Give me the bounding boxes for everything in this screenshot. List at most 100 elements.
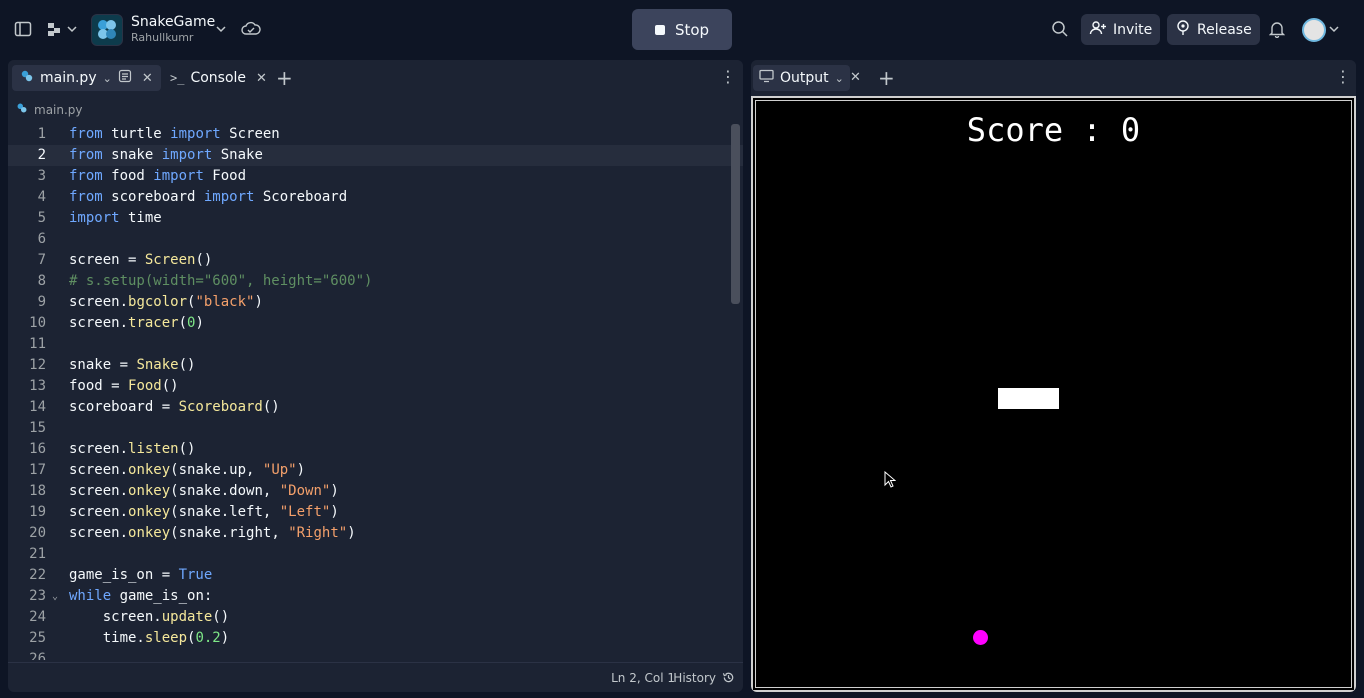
code-text[interactable]: screen.onkey(snake.left, "Left") xyxy=(69,502,339,523)
line-number: 3 xyxy=(37,168,46,184)
line-number: 1 xyxy=(37,126,46,142)
stop-button[interactable]: Stop xyxy=(632,9,732,50)
code-text[interactable]: import time xyxy=(69,208,162,229)
code-line[interactable]: 16 screen.listen() xyxy=(8,439,743,460)
code-text[interactable]: game_is_on = True xyxy=(69,565,212,586)
code-line[interactable]: 5 import time xyxy=(8,208,743,229)
code-line[interactable]: 17 screen.onkey(snake.up, "Up") xyxy=(8,460,743,481)
chevron-down-icon[interactable]: ⌄ xyxy=(103,72,112,85)
chevron-down-icon[interactable] xyxy=(215,20,227,43)
release-label: Release xyxy=(1197,21,1252,38)
repl-avatar-icon[interactable] xyxy=(91,14,123,46)
code-text[interactable]: # s.setup(width="600", height="600") xyxy=(69,271,372,292)
code-line[interactable]: 22 game_is_on = True xyxy=(8,565,743,586)
line-number: 15 xyxy=(29,420,46,436)
code-text[interactable]: screen.bgcolor("black") xyxy=(69,292,263,313)
tab-label: main.py xyxy=(40,70,97,86)
release-button[interactable]: Release xyxy=(1167,14,1260,45)
file-settings-icon[interactable] xyxy=(118,69,132,87)
line-number: 24 xyxy=(29,609,46,625)
turtle-canvas[interactable]: Score : 0 xyxy=(755,100,1352,688)
line-number: 25 xyxy=(29,630,46,646)
code-line[interactable]: 18 screen.onkey(snake.down, "Down") xyxy=(8,481,743,502)
code-text[interactable]: screen.listen() xyxy=(69,439,195,460)
code-line[interactable]: 1 from turtle import Screen xyxy=(8,124,743,145)
line-number: 18 xyxy=(29,483,46,499)
line-number: 23 xyxy=(29,588,46,604)
tab-console[interactable]: >_ Console ✕ xyxy=(162,65,275,91)
code-text[interactable]: scoreboard = Scoreboard() xyxy=(69,397,280,418)
search-icon[interactable] xyxy=(1051,20,1069,43)
code-line[interactable]: 15 xyxy=(8,418,743,439)
add-tab-icon[interactable]: + xyxy=(878,66,895,90)
more-options-icon[interactable]: ⋮ xyxy=(720,67,736,86)
more-options-icon[interactable]: ⋮ xyxy=(1335,67,1351,86)
bell-icon[interactable] xyxy=(1268,20,1286,43)
code-line[interactable]: 25 time.sleep(0.2) xyxy=(8,628,743,649)
code-line[interactable]: 21 xyxy=(8,544,743,565)
invite-button[interactable]: Invite xyxy=(1081,14,1161,45)
snake-body xyxy=(998,388,1059,409)
repl-name[interactable]: SnakeGame xyxy=(131,14,215,30)
breadcrumb-file[interactable]: main.py xyxy=(34,103,83,117)
workspace-menu-icon[interactable] xyxy=(46,20,78,43)
code-line[interactable]: 9 screen.bgcolor("black") xyxy=(8,292,743,313)
code-text[interactable]: from turtle import Screen xyxy=(69,124,280,145)
code-editor[interactable]: 1 from turtle import Screen 2 from snake im… xyxy=(8,124,743,660)
sidebar-toggle-icon[interactable] xyxy=(14,20,32,43)
user-avatar[interactable] xyxy=(1302,18,1326,42)
tab-output[interactable]: Output ⌄ xyxy=(753,65,850,91)
editor-scrollbar[interactable] xyxy=(731,124,740,304)
line-number: 2 xyxy=(37,147,46,163)
code-line[interactable]: 3 from food import Food xyxy=(8,166,743,187)
code-text[interactable]: screen.tracer(0) xyxy=(69,313,204,334)
code-line[interactable]: 13 food = Food() xyxy=(8,376,743,397)
code-line[interactable]: 7 screen = Screen() xyxy=(8,250,743,271)
fold-chevron-icon[interactable]: ⌄ xyxy=(52,586,58,607)
code-line[interactable]: 8 # s.setup(width="600", height="600") xyxy=(8,271,743,292)
avatar-chevron-down-icon[interactable] xyxy=(1328,20,1340,43)
code-text[interactable]: time.sleep(0.2) xyxy=(69,628,229,649)
code-line[interactable]: 19 screen.onkey(snake.left, "Left") xyxy=(8,502,743,523)
code-text[interactable]: screen.update() xyxy=(69,607,229,628)
close-icon[interactable]: ✕ xyxy=(142,71,153,86)
code-line[interactable]: 10 screen.tracer(0) xyxy=(8,313,743,334)
line-number: 5 xyxy=(37,210,46,226)
code-line[interactable]: 24 screen.update() xyxy=(8,607,743,628)
code-line[interactable]: 23 while game_is_on: ⌄ xyxy=(8,586,743,607)
code-line[interactable]: 2 from snake import Snake xyxy=(8,145,743,166)
code-text[interactable]: from food import Food xyxy=(69,166,246,187)
code-line[interactable]: 12 snake = Snake() xyxy=(8,355,743,376)
cursor-position[interactable]: Ln 2, Col 1 xyxy=(611,671,675,685)
tab-main-py[interactable]: main.py ⌄ ✕ xyxy=(12,65,161,91)
code-text[interactable]: while game_is_on: xyxy=(69,586,212,607)
code-text[interactable]: from scoreboard import Scoreboard xyxy=(69,187,347,208)
code-text[interactable]: from snake import Snake xyxy=(69,145,263,166)
food-dot xyxy=(973,630,988,645)
code-text[interactable]: snake = Snake() xyxy=(69,355,195,376)
code-text[interactable]: screen = Screen() xyxy=(69,250,212,271)
code-text[interactable]: screen.onkey(snake.down, "Down") xyxy=(69,481,339,502)
code-text[interactable]: screen.onkey(snake.up, "Up") xyxy=(69,460,305,481)
tab-label: Output xyxy=(780,70,829,86)
code-text[interactable]: food = Food() xyxy=(69,376,179,397)
editor-tab-bar: main.py ⌄ ✕ >_ Console ✕ + ⋮ xyxy=(8,60,743,94)
chevron-down-icon[interactable]: ⌄ xyxy=(835,72,844,85)
line-number: 9 xyxy=(37,294,46,310)
cloud-check-icon[interactable] xyxy=(241,20,261,43)
editor-pane: main.py ⌄ ✕ >_ Console ✕ + ⋮ main.py 1 fr… xyxy=(8,60,743,692)
add-tab-icon[interactable]: + xyxy=(276,66,293,90)
code-line[interactable]: 26 xyxy=(8,649,743,660)
close-icon[interactable]: ✕ xyxy=(850,70,861,85)
code-line[interactable]: 6 xyxy=(8,229,743,250)
close-icon[interactable]: ✕ xyxy=(256,71,267,86)
history-button[interactable]: History xyxy=(673,671,735,687)
python-file-icon xyxy=(16,102,28,117)
code-line[interactable]: 20 screen.onkey(snake.right, "Right") xyxy=(8,523,743,544)
line-number: 13 xyxy=(29,378,46,394)
mouse-pointer-icon xyxy=(884,470,897,493)
code-line[interactable]: 14 scoreboard = Scoreboard() xyxy=(8,397,743,418)
code-line[interactable]: 4 from scoreboard import Scoreboard xyxy=(8,187,743,208)
code-line[interactable]: 11 xyxy=(8,334,743,355)
code-text[interactable]: screen.onkey(snake.right, "Right") xyxy=(69,523,356,544)
